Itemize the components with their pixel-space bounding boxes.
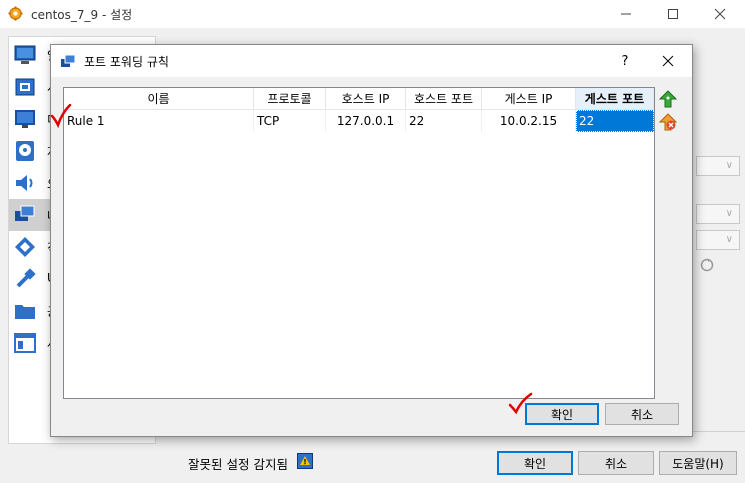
- window-title: centos_7_9 - 설정: [31, 8, 133, 22]
- annotation-checkmark-icon: [50, 104, 72, 128]
- system-icon: [15, 78, 35, 96]
- column-header-host-port[interactable]: 호스트 포트: [406, 88, 482, 110]
- maximize-button[interactable]: [650, 0, 696, 28]
- help-button[interactable]: ?: [607, 45, 643, 77]
- column-header-protocol[interactable]: 프로토콜: [254, 88, 326, 110]
- settings-ok-button[interactable]: 확인: [497, 451, 573, 475]
- dialog-titlebar: 포트 포워딩 규칙 ?: [51, 45, 692, 77]
- dialog-ok-button[interactable]: 확인: [525, 403, 599, 425]
- close-icon: [714, 8, 726, 20]
- usb-icon: [16, 268, 36, 288]
- annotation-checkmark-icon: [508, 392, 533, 415]
- attached-to-combo[interactable]: ∨: [696, 156, 740, 176]
- add-rule-icon[interactable]: [659, 90, 677, 108]
- serial-ports-icon: [15, 237, 35, 257]
- port-forwarding-table: 이름 프로토콜 호스트 IP 호스트 포트 게스트 IP 게스트 포트 Rule…: [63, 87, 655, 399]
- cell-guest-port-editing[interactable]: 22: [576, 110, 654, 132]
- network-icon: [15, 205, 35, 221]
- maximize-icon: [668, 9, 678, 19]
- user-interface-icon: [14, 333, 36, 353]
- refresh-mac-icon[interactable]: [700, 258, 714, 272]
- cell-host-port[interactable]: 22: [406, 110, 482, 132]
- promiscuous-mode-combo[interactable]: ∨: [696, 230, 740, 250]
- cell-guest-ip[interactable]: 10.0.2.15: [482, 110, 576, 132]
- general-icon: [14, 45, 36, 64]
- settings-cancel-button[interactable]: 취소: [578, 451, 654, 475]
- close-icon: [662, 55, 674, 67]
- dialog-close-button[interactable]: [648, 45, 688, 77]
- cell-name[interactable]: Rule 1: [64, 110, 254, 132]
- warning-icon[interactable]: [297, 453, 313, 469]
- network-icon: [61, 54, 76, 67]
- display-icon: [15, 110, 35, 128]
- close-button[interactable]: [697, 0, 743, 28]
- invalid-settings-label: 잘못된 설정 감지됨: [188, 457, 288, 472]
- minimize-button[interactable]: [603, 0, 649, 28]
- settings-help-button[interactable]: 도움말(H): [659, 451, 737, 475]
- minimize-icon: [621, 13, 631, 15]
- cell-host-ip[interactable]: 127.0.0.1: [326, 110, 406, 132]
- remove-rule-icon[interactable]: [659, 113, 677, 131]
- column-header-guest-port[interactable]: 게스트 포트: [576, 88, 654, 110]
- port-forwarding-dialog: 포트 포워딩 규칙 ? 이름 프로토콜 호스트 IP 호스트 포트 게스트 IP…: [50, 44, 693, 437]
- dialog-cancel-button[interactable]: 취소: [605, 403, 679, 425]
- virtualbox-gear-icon: [8, 6, 23, 21]
- storage-icon: [16, 141, 34, 161]
- adapter-type-combo[interactable]: ∨: [696, 204, 740, 224]
- window-titlebar: centos_7_9 - 설정: [0, 0, 745, 28]
- shared-folders-icon: [15, 305, 35, 319]
- audio-icon: [16, 175, 33, 191]
- column-header-name[interactable]: 이름: [64, 88, 254, 110]
- dialog-title: 포트 포워딩 규칙: [84, 55, 169, 69]
- cell-protocol[interactable]: TCP: [254, 110, 326, 132]
- column-header-guest-ip[interactable]: 게스트 IP: [482, 88, 576, 110]
- column-header-host-ip[interactable]: 호스트 IP: [326, 88, 406, 110]
